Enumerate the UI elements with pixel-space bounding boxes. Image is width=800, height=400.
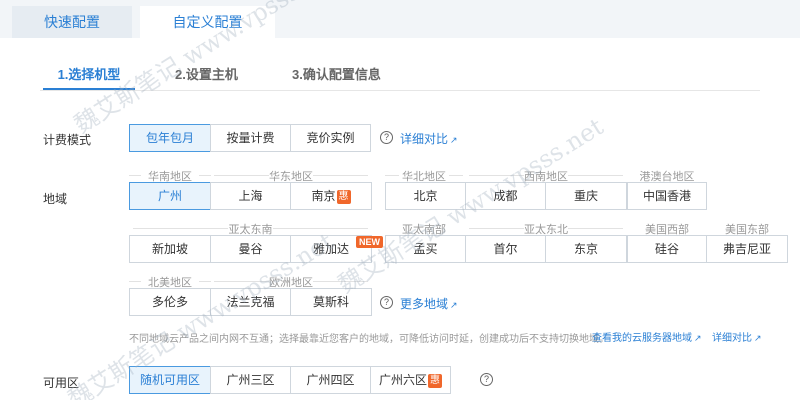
region-chengdu[interactable]: 成都 bbox=[465, 182, 546, 210]
billing-option-spot[interactable]: 竞价实例 bbox=[290, 124, 371, 152]
external-link-icon: ↗ bbox=[754, 333, 762, 343]
region-tokyo[interactable]: 东京 bbox=[545, 235, 627, 263]
region-toronto[interactable]: 多伦多 bbox=[129, 288, 211, 316]
steps-divider bbox=[40, 90, 760, 91]
region-frankfurt[interactable]: 法兰克福 bbox=[210, 288, 291, 316]
region-compare-link[interactable]: 详细对比 ↗ bbox=[712, 329, 762, 344]
discount-badge: 惠 bbox=[336, 190, 351, 204]
region-guangzhou[interactable]: 广州 bbox=[129, 182, 211, 210]
external-link-icon: ↗ bbox=[450, 300, 458, 310]
billing-option-monthly[interactable]: 包年包月 bbox=[129, 124, 211, 152]
zone-guangzhou-6[interactable]: 广州六区惠 bbox=[370, 366, 451, 394]
new-badge: NEW bbox=[356, 236, 383, 248]
my-server-regions-link[interactable]: 查看我的云服务器地域 ↗ bbox=[592, 329, 702, 344]
billing-label: 计费模式 bbox=[43, 133, 92, 147]
tab-quick-config[interactable]: 快速配置 bbox=[12, 6, 132, 38]
region-virginia[interactable]: 弗吉尼亚 bbox=[706, 235, 788, 263]
zone-guangzhou-3[interactable]: 广州三区 bbox=[210, 366, 291, 394]
region-mumbai[interactable]: 孟买 bbox=[385, 235, 466, 263]
billing-compare-link[interactable]: 详细对比 ↗ bbox=[400, 130, 458, 147]
config-mode-tabs: 快速配置 自定义配置 bbox=[0, 0, 800, 38]
billing-option-pay-as-you-go[interactable]: 按量计费 bbox=[210, 124, 291, 152]
region-label: 地域 bbox=[43, 192, 68, 206]
region-note: 不同地域云产品之间内网不互通；选择最靠近您客户的地域，可降低访问时延，创建成功后… bbox=[129, 334, 609, 345]
region-beijing[interactable]: 北京 bbox=[385, 182, 466, 210]
region-nanjing[interactable]: 南京惠 bbox=[290, 182, 372, 210]
region-singapore[interactable]: 新加坡 bbox=[129, 235, 211, 263]
zone-random[interactable]: 随机可用区 bbox=[129, 366, 211, 394]
wizard-steps: 1.选择机型 2.设置主机 3.确认配置信息 bbox=[0, 62, 800, 92]
region-chongqing[interactable]: 重庆 bbox=[545, 182, 627, 210]
question-circle-icon[interactable]: ? bbox=[480, 373, 493, 386]
step-confirm-config[interactable]: 3.确认配置信息 bbox=[292, 62, 381, 90]
region-silicon-valley[interactable]: 硅谷 bbox=[627, 235, 707, 263]
more-regions-link[interactable]: 更多地域 ↗ bbox=[400, 295, 458, 312]
region-bangkok[interactable]: 曼谷 bbox=[210, 235, 291, 263]
external-link-icon: ↗ bbox=[694, 333, 702, 343]
region-hong-kong[interactable]: 中国香港 bbox=[627, 182, 707, 210]
region-shanghai[interactable]: 上海 bbox=[210, 182, 291, 210]
region-moscow[interactable]: 莫斯科 bbox=[290, 288, 372, 316]
discount-badge: 惠 bbox=[428, 374, 442, 388]
step-select-instance[interactable]: 1.选择机型 bbox=[43, 62, 135, 90]
zone-label: 可用区 bbox=[43, 376, 80, 390]
question-circle-icon[interactable]: ? bbox=[380, 296, 393, 309]
zone-guangzhou-4[interactable]: 广州四区 bbox=[290, 366, 371, 394]
external-link-icon: ↗ bbox=[450, 135, 458, 145]
question-circle-icon[interactable]: ? bbox=[380, 131, 393, 144]
tab-custom-config[interactable]: 自定义配置 bbox=[140, 6, 275, 38]
region-seoul[interactable]: 首尔 bbox=[465, 235, 546, 263]
step-configure-host[interactable]: 2.设置主机 bbox=[175, 62, 238, 90]
